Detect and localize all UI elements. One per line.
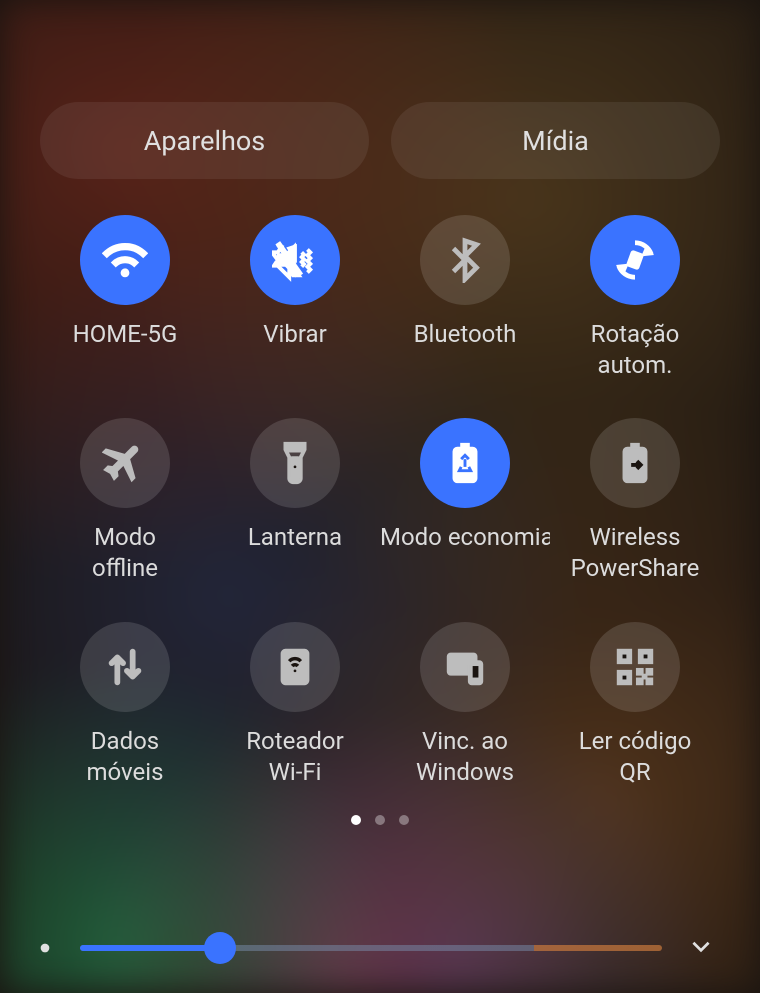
wifi-icon: [80, 215, 170, 305]
tile-hotspot[interactable]: Roteador Wi-Fi: [210, 622, 380, 787]
slider-track-fill: [80, 945, 220, 951]
devices-pill[interactable]: Aparelhos: [40, 102, 369, 179]
tile-power-share[interactable]: Wireless PowerShare: [550, 418, 720, 583]
vibrate-icon: [250, 215, 340, 305]
tile-rotation[interactable]: Rotação autom.: [550, 215, 720, 380]
hotspot-icon: [250, 622, 340, 712]
page-dot: [375, 815, 385, 825]
tile-label: Ler código QR: [579, 726, 692, 787]
tile-label: Bluetooth: [414, 319, 517, 350]
slider-thumb[interactable]: [204, 932, 236, 964]
tile-flashlight[interactable]: Lanterna: [210, 418, 380, 583]
mobile-data-icon: [80, 622, 170, 712]
flashlight-icon: [250, 418, 340, 508]
page-dot: [351, 815, 361, 825]
tile-label: Modo economia: [380, 522, 550, 553]
tile-sound[interactable]: Vibrar: [210, 215, 380, 380]
tile-wifi[interactable]: HOME-5G: [40, 215, 210, 380]
page-indicator[interactable]: [40, 815, 720, 825]
devices-pill-label: Aparelhos: [144, 125, 265, 157]
tile-airplane[interactable]: Modo offline: [40, 418, 210, 583]
qr-code-icon: [590, 622, 680, 712]
bluetooth-icon: [420, 215, 510, 305]
expand-button[interactable]: [682, 929, 720, 967]
tile-label: Lanterna: [248, 522, 342, 553]
tile-label: Rotação autom.: [591, 319, 680, 380]
tile-label: HOME-5G: [73, 319, 178, 350]
quick-settings-panel: Aparelhos Mídia HOME-5G Vibrar Bluetooth: [0, 0, 760, 993]
tile-link-windows[interactable]: Vinc. ao Windows: [380, 622, 550, 787]
tiles-grid: HOME-5G Vibrar Bluetooth Rotação autom.: [40, 215, 720, 787]
media-pill-label: Mídia: [522, 125, 589, 157]
tile-battery-saver[interactable]: Modo economia: [380, 418, 550, 583]
page-dot: [399, 815, 409, 825]
tile-label: Vinc. ao Windows: [416, 726, 514, 787]
battery-recycle-icon: [420, 418, 510, 508]
tile-label: Modo offline: [92, 522, 158, 583]
tile-bluetooth[interactable]: Bluetooth: [380, 215, 550, 380]
link-windows-icon: [420, 622, 510, 712]
auto-rotate-icon: [590, 215, 680, 305]
tile-mobile-data[interactable]: Dados móveis: [40, 622, 210, 787]
brightness-slider[interactable]: [80, 932, 662, 964]
tile-label: Roteador Wi-Fi: [246, 726, 343, 787]
airplane-icon: [80, 418, 170, 508]
chevron-down-icon: [688, 933, 714, 963]
tile-label: Dados móveis: [87, 726, 164, 787]
tile-label: Vibrar: [263, 319, 326, 350]
brightness-row: [0, 929, 760, 967]
media-pill[interactable]: Mídia: [391, 102, 720, 179]
tile-qr-scanner[interactable]: Ler código QR: [550, 622, 720, 787]
pill-row: Aparelhos Mídia: [40, 102, 720, 179]
power-share-icon: [590, 418, 680, 508]
tile-label: Wireless PowerShare: [571, 522, 700, 583]
brightness-icon: [30, 933, 60, 963]
